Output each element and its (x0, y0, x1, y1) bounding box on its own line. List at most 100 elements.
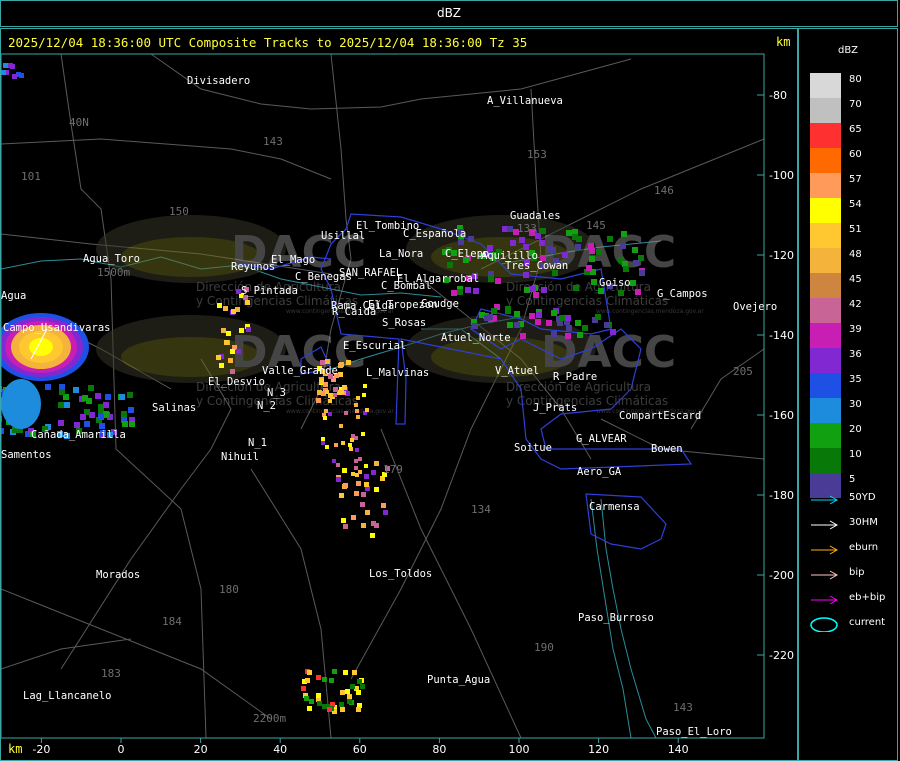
radar-echo (332, 459, 336, 463)
radar-echo (122, 421, 128, 427)
radar-echo (328, 412, 332, 416)
place-label: Divisadero (187, 75, 250, 87)
radar-echo (520, 333, 526, 339)
window-title: dBZ (436, 6, 462, 20)
watermark-subtitle: y Contingencias Climáticas (506, 394, 668, 408)
y-tick-label: -100 (769, 169, 794, 182)
radar-echo (224, 340, 229, 345)
radar-echo (333, 393, 337, 397)
radar-echo (610, 329, 616, 335)
legend-label-48: 48 (849, 249, 862, 260)
radar-map-panel[interactable]: DACC Dirección de Agricultura y Contingenc… (0, 28, 798, 761)
radar-echo (216, 355, 221, 360)
storm-secondary (1, 379, 41, 429)
radar-echo (356, 707, 361, 712)
radar-echo (596, 249, 602, 255)
radar-echo (307, 706, 312, 711)
radar-echo (10, 64, 15, 69)
legend-swatch-39 (810, 323, 841, 348)
map-canvas[interactable]: DACCDirección de Agriculturay Contingenc… (1, 29, 798, 761)
radar-echo (566, 230, 572, 236)
composite-tracks-header: 2025/12/04 18:36:00 UTC Composite Tracks… (8, 35, 528, 50)
radar-echo (360, 684, 365, 689)
legend-swatch-36 (810, 348, 841, 373)
radar-echo (551, 310, 557, 316)
track-arrow-icon (811, 570, 839, 580)
place-label: Usillal (321, 230, 365, 242)
place-label: 205 (733, 365, 753, 378)
radar-echo (356, 396, 360, 400)
legend-track-label: eb+bip (849, 592, 886, 603)
legend-swatch-80 (810, 73, 841, 98)
radar-echo (329, 678, 334, 683)
radar-echo (374, 461, 379, 466)
radar-echo (58, 402, 64, 408)
radar-echo (356, 481, 361, 486)
place-label: C_Bombal (381, 280, 432, 292)
radar-echo (354, 466, 358, 470)
radar-echo (350, 684, 355, 689)
radar-echo (514, 322, 520, 328)
place-label: J_Prats (533, 402, 577, 414)
y-tick-label: -140 (769, 329, 794, 342)
radar-echo (332, 669, 337, 674)
place-label: El_Desvio (208, 376, 265, 388)
radar-echo (487, 314, 493, 320)
legend-track-bip: bip (810, 566, 900, 582)
radar-echo (322, 704, 327, 709)
place-label: Guadales (510, 210, 561, 222)
radar-echo (304, 696, 309, 701)
x-tick-label: 100 (509, 743, 530, 756)
radar-echo (317, 701, 322, 706)
place-label: 153 (527, 148, 547, 161)
radar-echo (59, 389, 65, 395)
place-label: Salinas (152, 402, 196, 414)
legend-label-10: 10 (849, 449, 862, 460)
place-label: A_Villanueva (487, 95, 563, 107)
radar-echo (632, 247, 638, 253)
y-tick-label: -80 (769, 89, 787, 102)
radar-echo (342, 468, 347, 473)
legend-swatch-42 (810, 298, 841, 323)
place-label: 145 (586, 219, 606, 232)
place-label: L_Malvinas (366, 367, 429, 379)
radar-echo (95, 393, 101, 399)
radar-echo (121, 411, 127, 417)
place-label: 143 (263, 135, 283, 148)
x-tick-label: 80 (432, 743, 446, 756)
radar-echo (365, 510, 370, 515)
place-label: E_Escurial (343, 340, 406, 352)
place-label: Tres_Cowan (505, 260, 568, 272)
legend-swatch-54 (810, 198, 841, 223)
legend-swatch-35 (810, 373, 841, 398)
legend-label-42: 42 (849, 299, 862, 310)
legend-swatch-51 (810, 223, 841, 248)
radar-echo (589, 256, 595, 262)
radar-echo (354, 403, 358, 407)
place-label: Soitue (514, 442, 552, 454)
y-tick-label: -220 (769, 649, 794, 662)
radar-echo (488, 276, 494, 282)
x-tick-label: 40 (273, 743, 287, 756)
x-tick-label: 60 (353, 743, 367, 756)
radar-echo (45, 384, 51, 390)
radar-echo (577, 332, 583, 338)
radar-echo (358, 470, 362, 474)
place-label: Carmensa (589, 501, 640, 513)
radar-echo (586, 265, 592, 271)
place-label: Goiso (599, 277, 631, 289)
radar-echo (623, 266, 629, 272)
radar-echo (324, 409, 328, 413)
radar-echo (507, 322, 513, 328)
track-arrow-icon (811, 520, 839, 530)
place-label: Bowen (651, 443, 683, 455)
x-tick-label: -20 (32, 743, 50, 756)
radar-echo (245, 300, 250, 305)
legend-swatch-30 (810, 398, 841, 423)
place-label: S_Pintada (241, 285, 298, 297)
radar-echo (334, 443, 338, 447)
place-label: Morados (96, 569, 140, 581)
radar-echo (84, 421, 90, 427)
legend-label-70: 70 (849, 99, 862, 110)
place-label: 184 (162, 615, 182, 628)
